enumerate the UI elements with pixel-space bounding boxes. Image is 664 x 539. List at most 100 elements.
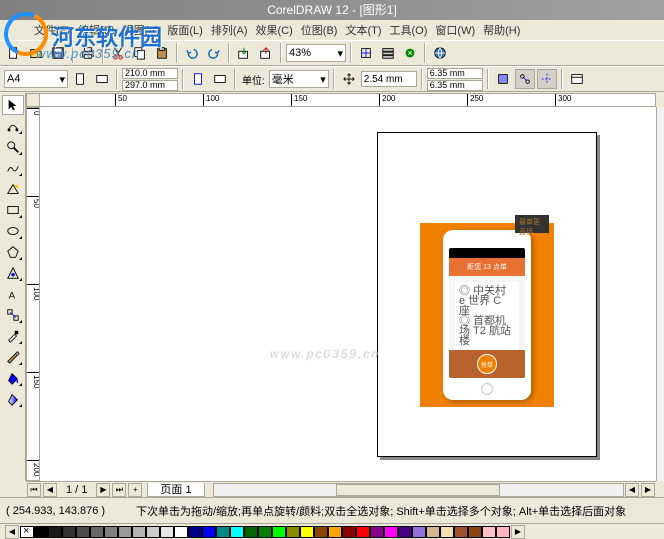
landscape-icon[interactable] — [92, 69, 112, 89]
color-swatch[interactable] — [440, 526, 454, 538]
zoom-tool[interactable] — [2, 137, 24, 157]
scroll-right-button[interactable]: ▶ — [641, 483, 655, 497]
menu-effects[interactable]: 效果(C) — [252, 22, 297, 38]
color-swatch[interactable] — [104, 526, 118, 538]
color-swatch[interactable] — [398, 526, 412, 538]
color-swatch[interactable] — [300, 526, 314, 538]
menu-text[interactable]: 文本(T) — [341, 22, 385, 38]
page-tab-1[interactable]: 页面 1 — [147, 483, 204, 497]
color-swatch[interactable] — [34, 526, 48, 538]
page-height-input[interactable] — [122, 80, 178, 91]
color-swatch[interactable] — [202, 526, 216, 538]
nudge-icon[interactable] — [339, 69, 359, 89]
vertical-ruler[interactable]: 050100150200250300 — [26, 107, 40, 481]
color-swatch[interactable] — [230, 526, 244, 538]
color-swatch[interactable] — [160, 526, 174, 538]
color-swatch[interactable] — [76, 526, 90, 538]
menu-window[interactable]: 窗口(W) — [431, 22, 479, 38]
prev-page-button[interactable]: ◀ — [43, 483, 57, 497]
interactive-fill-tool[interactable] — [2, 389, 24, 409]
color-swatch[interactable] — [216, 526, 230, 538]
treat-as-filled-icon[interactable] — [493, 69, 513, 89]
color-swatch[interactable] — [356, 526, 370, 538]
color-swatch[interactable] — [328, 526, 342, 538]
page-width-input[interactable] — [122, 68, 178, 79]
portrait-icon[interactable] — [70, 69, 90, 89]
options-icon[interactable] — [378, 43, 398, 63]
portrait2-icon[interactable] — [188, 69, 208, 89]
ruler-origin[interactable] — [26, 93, 40, 107]
menu-layout[interactable]: 版面(L) — [163, 22, 206, 38]
app-launcher-icon[interactable] — [400, 43, 420, 63]
snap-icon[interactable] — [356, 43, 376, 63]
zoom-level[interactable]: 43%▾ — [286, 44, 346, 62]
color-swatch[interactable] — [482, 526, 496, 538]
color-swatch[interactable] — [174, 526, 188, 538]
pick-tool[interactable] — [2, 95, 24, 115]
color-swatch[interactable] — [62, 526, 76, 538]
basic-shapes-tool[interactable] — [2, 263, 24, 283]
color-swatch[interactable] — [454, 526, 468, 538]
color-swatch[interactable] — [468, 526, 482, 538]
corel-online-icon[interactable] — [430, 43, 450, 63]
rectangle-tool[interactable] — [2, 200, 24, 220]
first-page-button[interactable]: ⏮ — [27, 483, 41, 497]
color-swatch[interactable] — [426, 526, 440, 538]
units-dropdown[interactable]: 毫米▾ — [269, 70, 329, 88]
polygon-tool[interactable] — [2, 242, 24, 262]
horizontal-ruler[interactable]: 050100150200250300 — [26, 93, 656, 107]
eyedropper-tool[interactable] — [2, 326, 24, 346]
color-swatch[interactable] — [90, 526, 104, 538]
color-swatch[interactable] — [412, 526, 426, 538]
color-swatch[interactable] — [244, 526, 258, 538]
redo-icon[interactable] — [204, 43, 224, 63]
undo-icon[interactable] — [182, 43, 202, 63]
snap-to-objects-icon[interactable] — [515, 69, 535, 89]
color-swatch[interactable] — [370, 526, 384, 538]
scroll-left-button[interactable]: ◀ — [625, 483, 639, 497]
color-swatch[interactable] — [384, 526, 398, 538]
color-swatch[interactable] — [286, 526, 300, 538]
menu-tools[interactable]: 工具(O) — [386, 22, 432, 38]
last-page-button[interactable]: ⏭ — [112, 483, 126, 497]
color-swatch[interactable] — [48, 526, 62, 538]
export-icon[interactable] — [256, 43, 276, 63]
color-swatch[interactable] — [188, 526, 202, 538]
fill-tool[interactable] — [2, 368, 24, 388]
color-swatch[interactable] — [132, 526, 146, 538]
horizontal-scrollbar[interactable] — [213, 483, 624, 497]
import-icon[interactable] — [234, 43, 254, 63]
no-fill-swatch[interactable] — [20, 526, 34, 538]
color-swatch[interactable] — [258, 526, 272, 538]
color-swatch[interactable] — [146, 526, 160, 538]
dynamic-guides-icon[interactable] — [537, 69, 557, 89]
dup-x-input[interactable] — [427, 68, 483, 79]
menu-arrange[interactable]: 排列(A) — [207, 22, 252, 38]
dup-y-input[interactable] — [427, 80, 483, 91]
canvas-area[interactable]: 距您 13 点单 ◎ 中关村 e 世界 C 座 ◎ 首都机场 T2 航站楼 抢单… — [40, 107, 656, 481]
page-size-dropdown[interactable]: A4▾ — [4, 70, 68, 88]
text-tool[interactable]: A — [2, 284, 24, 304]
add-page-button[interactable]: + — [128, 483, 142, 497]
selected-artwork[interactable]: 距您 13 点单 ◎ 中关村 e 世界 C 座 ◎ 首都机场 T2 航站楼 抢单 — [420, 223, 554, 407]
menu-help[interactable]: 帮助(H) — [479, 22, 524, 38]
landscape2-icon[interactable] — [210, 69, 230, 89]
interactive-blend-tool[interactable] — [2, 305, 24, 325]
color-swatch[interactable] — [272, 526, 286, 538]
palette-scroll-left[interactable]: ◀ — [5, 525, 19, 539]
vertical-scrollbar[interactable] — [656, 107, 664, 481]
palette-scroll-right[interactable]: ▶ — [511, 525, 525, 539]
outline-tool[interactable] — [2, 347, 24, 367]
ellipse-tool[interactable] — [2, 221, 24, 241]
color-swatch[interactable] — [496, 526, 510, 538]
shape-tool[interactable] — [2, 116, 24, 136]
menu-bitmaps[interactable]: 位图(B) — [297, 22, 342, 38]
freehand-tool[interactable] — [2, 158, 24, 178]
options2-icon[interactable] — [567, 69, 587, 89]
next-page-button[interactable]: ▶ — [96, 483, 110, 497]
smart-drawing-tool[interactable] — [2, 179, 24, 199]
color-swatch[interactable] — [342, 526, 356, 538]
nudge-input[interactable] — [361, 71, 417, 87]
color-swatch[interactable] — [118, 526, 132, 538]
color-swatch[interactable] — [314, 526, 328, 538]
